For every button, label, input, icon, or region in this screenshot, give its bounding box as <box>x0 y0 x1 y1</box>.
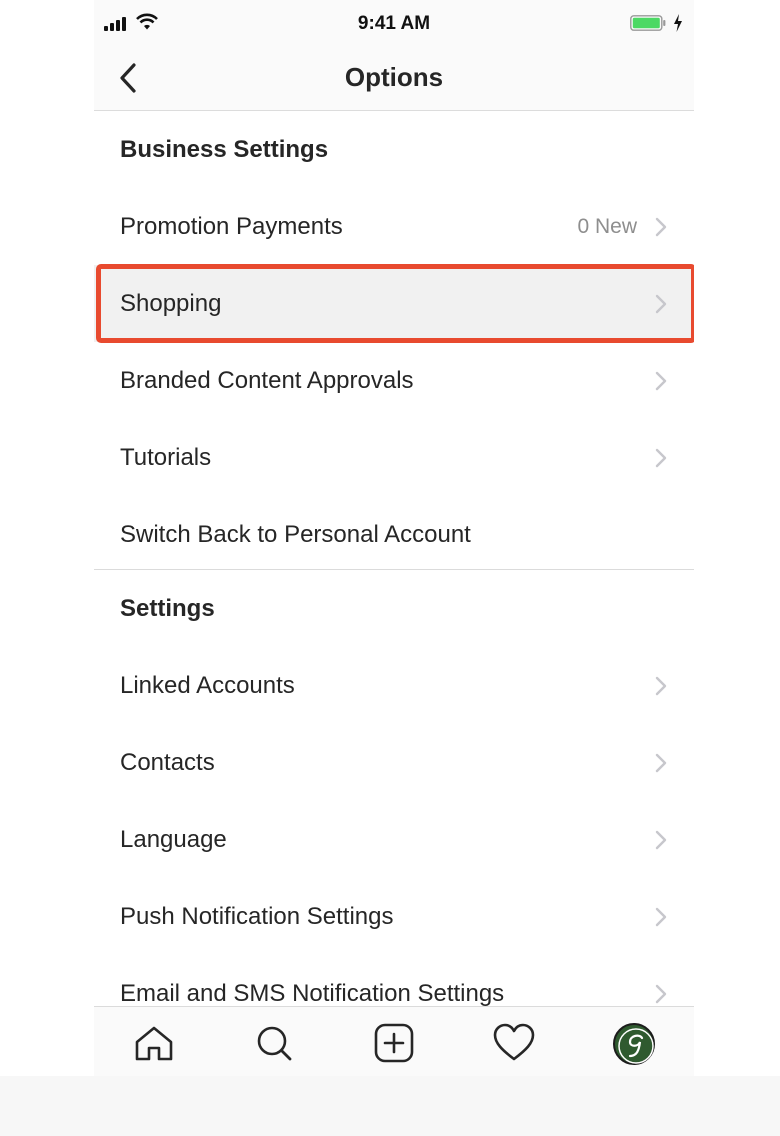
chevron-right-icon <box>655 448 667 468</box>
avatar-logo-icon <box>618 1028 654 1064</box>
chevron-right-icon <box>655 984 667 1004</box>
search-icon[interactable] <box>252 1023 296 1063</box>
menu-item-promotion-payments[interactable]: Promotion Payments 0 New <box>94 188 694 265</box>
charging-bolt-icon <box>674 14 682 32</box>
status-bar: 9:41 AM <box>94 0 694 48</box>
chevron-right-icon <box>655 217 667 237</box>
menu-item-label: Switch Back to Personal Account <box>120 521 471 548</box>
menu-item-email-and-sms-notification-settings[interactable]: Email and SMS Notification Settings <box>94 955 694 1007</box>
menu-item-label: Shopping <box>120 290 222 317</box>
menu-item-language[interactable]: Language <box>94 801 694 878</box>
menu-item-label: Contacts <box>120 749 215 776</box>
phone-screen: 9:41 AM Options Business Settings Promot… <box>94 0 694 1076</box>
add-post-icon[interactable] <box>372 1023 416 1063</box>
navigation-bar: Options <box>94 48 694 111</box>
menu-item-label: Tutorials <box>120 444 212 471</box>
chevron-right-icon <box>655 676 667 696</box>
profile-avatar[interactable] <box>613 1023 655 1065</box>
home-icon[interactable] <box>132 1023 176 1063</box>
section-header-label: Business Settings <box>120 136 329 163</box>
section-header-settings: Settings <box>94 570 694 647</box>
menu-item-branded-content-approvals[interactable]: Branded Content Approvals <box>94 342 694 419</box>
status-time: 9:41 AM <box>357 13 431 34</box>
menu-item-label: Linked Accounts <box>120 672 295 699</box>
menu-item-label: Language <box>120 826 227 853</box>
chevron-right-icon <box>655 830 667 850</box>
section-header-label: Settings <box>120 595 215 622</box>
menu-item-contacts[interactable]: Contacts <box>94 724 694 801</box>
menu-item-push-notification-settings[interactable]: Push Notification Settings <box>94 878 694 955</box>
options-list: Business Settings Promotion Payments 0 N… <box>94 111 694 1007</box>
battery-charging-icon <box>630 15 666 31</box>
menu-item-tutorials[interactable]: Tutorials <box>94 419 694 496</box>
menu-item-label: Push Notification Settings <box>120 903 394 930</box>
menu-item-label: Promotion Payments <box>120 213 343 240</box>
menu-item-switch-back-to-personal-account[interactable]: Switch Back to Personal Account <box>94 496 694 573</box>
chevron-right-icon <box>655 294 667 314</box>
menu-item-linked-accounts[interactable]: Linked Accounts <box>94 647 694 724</box>
menu-item-label: Email and SMS Notification Settings <box>120 980 505 1007</box>
section-header-business-settings: Business Settings <box>94 111 694 188</box>
chevron-right-icon <box>655 753 667 773</box>
menu-item-label: Branded Content Approvals <box>120 367 414 394</box>
menu-item-shopping[interactable]: Shopping <box>94 265 694 342</box>
page-title: Options <box>344 62 444 92</box>
heart-icon[interactable] <box>492 1023 536 1063</box>
new-count-badge: 0 New <box>577 215 637 238</box>
chevron-right-icon <box>655 371 667 391</box>
background-strip <box>0 1076 780 1136</box>
tab-bar <box>94 1006 694 1076</box>
chevron-right-icon <box>655 907 667 927</box>
